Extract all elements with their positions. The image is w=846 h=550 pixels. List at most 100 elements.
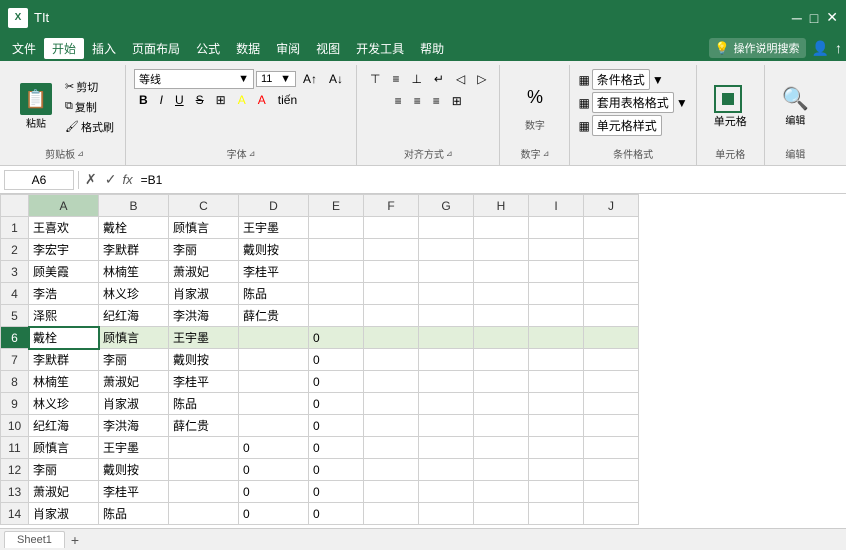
cell-10-A[interactable]: 纪红海 — [29, 415, 99, 437]
clipboard-expand-icon[interactable]: ⊿ — [77, 149, 84, 158]
col-header-D[interactable]: D — [239, 195, 309, 217]
cell-5-E[interactable] — [309, 305, 364, 327]
cell-3-J[interactable] — [584, 261, 639, 283]
cell-12-I[interactable] — [529, 459, 584, 481]
cell-9-A[interactable]: 林义珍 — [29, 393, 99, 415]
cell-1-A[interactable]: 王喜欢 — [29, 217, 99, 239]
cell-6-C[interactable]: 王宇墨 — [169, 327, 239, 349]
align-right-button[interactable]: ≡ — [428, 91, 445, 111]
cell-8-J[interactable] — [584, 371, 639, 393]
cell-9-J[interactable] — [584, 393, 639, 415]
cell-style-button[interactable]: 单元格样式 — [592, 115, 662, 136]
cell-8-C[interactable]: 李桂平 — [169, 371, 239, 393]
cell-11-I[interactable] — [529, 437, 584, 459]
cell-8-G[interactable] — [419, 371, 474, 393]
sheet-tab[interactable]: Sheet1 — [4, 531, 65, 548]
italic-button[interactable]: I — [155, 91, 168, 109]
cell-5-B[interactable]: 纪红海 — [99, 305, 169, 327]
table-style-button[interactable]: 套用表格格式 — [592, 92, 674, 113]
cell-13-C[interactable] — [169, 481, 239, 503]
cell-8-A[interactable]: 林楠笙 — [29, 371, 99, 393]
cell-11-C[interactable] — [169, 437, 239, 459]
cell-10-C[interactable]: 薛仁贵 — [169, 415, 239, 437]
row-header-12[interactable]: 12 — [1, 459, 29, 481]
cell-11-D[interactable]: 0 — [239, 437, 309, 459]
menu-item-审阅[interactable]: 审阅 — [268, 38, 308, 59]
cell-1-H[interactable] — [474, 217, 529, 239]
row-header-13[interactable]: 13 — [1, 481, 29, 503]
cell-12-J[interactable] — [584, 459, 639, 481]
wrap-text-button[interactable]: ↵ — [429, 69, 449, 89]
row-header-4[interactable]: 4 — [1, 283, 29, 305]
cell-10-H[interactable] — [474, 415, 529, 437]
cell-11-E[interactable]: 0 — [309, 437, 364, 459]
cell-7-F[interactable] — [364, 349, 419, 371]
menu-item-数据[interactable]: 数据 — [228, 38, 268, 59]
col-header-H[interactable]: H — [474, 195, 529, 217]
cell-6-I[interactable] — [529, 327, 584, 349]
cell-14-H[interactable] — [474, 503, 529, 525]
align-bottom-button[interactable]: ⊥ — [406, 69, 426, 89]
col-header-G[interactable]: G — [419, 195, 474, 217]
maximize-icon[interactable]: □ — [810, 10, 818, 26]
cell-1-D[interactable]: 王宇墨 — [239, 217, 309, 239]
col-header-J[interactable]: J — [584, 195, 639, 217]
cell-11-G[interactable] — [419, 437, 474, 459]
font-name-selector[interactable]: 等线 ▼ — [134, 69, 254, 89]
font-expand-icon[interactable]: ⊿ — [249, 149, 256, 158]
cell-8-D[interactable] — [239, 371, 309, 393]
font-color-button[interactable]: A — [253, 91, 271, 109]
cell-7-G[interactable] — [419, 349, 474, 371]
merge-center-button[interactable]: ⊞ — [447, 91, 467, 111]
cell-4-E[interactable] — [309, 283, 364, 305]
cell-2-H[interactable] — [474, 239, 529, 261]
cell-11-F[interactable] — [364, 437, 419, 459]
cell-12-H[interactable] — [474, 459, 529, 481]
cell-9-G[interactable] — [419, 393, 474, 415]
cell-4-I[interactable] — [529, 283, 584, 305]
cell-7-E[interactable]: 0 — [309, 349, 364, 371]
cell-6-D[interactable] — [239, 327, 309, 349]
close-icon[interactable]: ✕ — [826, 9, 838, 26]
align-center-button[interactable]: ≡ — [409, 91, 426, 111]
cell-1-F[interactable] — [364, 217, 419, 239]
cell-9-H[interactable] — [474, 393, 529, 415]
cell-14-C[interactable] — [169, 503, 239, 525]
cell-13-H[interactable] — [474, 481, 529, 503]
cell-9-E[interactable]: 0 — [309, 393, 364, 415]
cell-5-J[interactable] — [584, 305, 639, 327]
cell-5-D[interactable]: 薛仁贵 — [239, 305, 309, 327]
cell-9-D[interactable] — [239, 393, 309, 415]
increase-font-button[interactable]: A↑ — [298, 70, 322, 88]
cell-4-A[interactable]: 李浩 — [29, 283, 99, 305]
row-header-11[interactable]: 11 — [1, 437, 29, 459]
cell-13-B[interactable]: 李桂平 — [99, 481, 169, 503]
cell-6-G[interactable] — [419, 327, 474, 349]
cell-14-F[interactable] — [364, 503, 419, 525]
cell-13-A[interactable]: 萧淑妃 — [29, 481, 99, 503]
cell-5-F[interactable] — [364, 305, 419, 327]
cell-2-G[interactable] — [419, 239, 474, 261]
col-header-B[interactable]: B — [99, 195, 169, 217]
cell-9-F[interactable] — [364, 393, 419, 415]
cell-4-G[interactable] — [419, 283, 474, 305]
underline-button[interactable]: U — [170, 91, 189, 109]
cell-14-G[interactable] — [419, 503, 474, 525]
cell-7-D[interactable] — [239, 349, 309, 371]
cell-14-J[interactable] — [584, 503, 639, 525]
cell-13-D[interactable]: 0 — [239, 481, 309, 503]
cell-8-H[interactable] — [474, 371, 529, 393]
cell-3-B[interactable]: 林楠笙 — [99, 261, 169, 283]
cell-14-I[interactable] — [529, 503, 584, 525]
cell-7-H[interactable] — [474, 349, 529, 371]
row-header-8[interactable]: 8 — [1, 371, 29, 393]
minimize-icon[interactable]: ─ — [792, 10, 802, 26]
conditional-dropdown-icon[interactable]: ▼ — [652, 73, 664, 87]
cell-3-F[interactable] — [364, 261, 419, 283]
cell-7-I[interactable] — [529, 349, 584, 371]
col-header-A[interactable]: A — [29, 195, 99, 217]
format-painter-button[interactable]: 🖌 格式刷 — [62, 118, 117, 136]
menu-item-开发工具[interactable]: 开发工具 — [348, 38, 412, 59]
cell-12-G[interactable] — [419, 459, 474, 481]
strikethrough-button[interactable]: S — [191, 91, 209, 109]
